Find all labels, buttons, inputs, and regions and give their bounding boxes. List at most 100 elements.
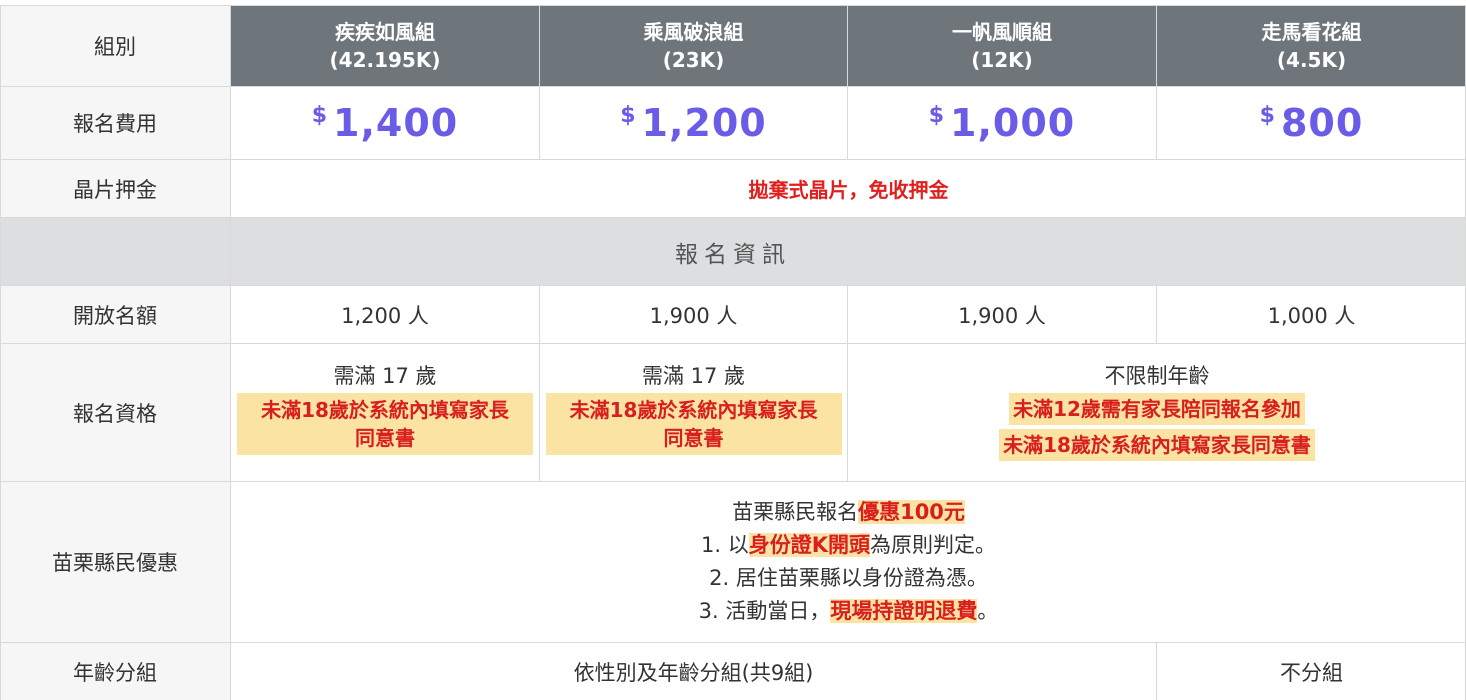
resident-info-cell: 苗栗縣民報名優惠100元 1. 以身份證K開頭為原則判定。 2. 居住苗栗縣以身… — [231, 482, 1466, 642]
currency-symbol: $ — [1259, 103, 1275, 128]
chip-note: 拋棄式晶片，免收押金 — [748, 178, 949, 202]
note-line: 同意書 — [355, 426, 415, 450]
divider — [539, 285, 540, 481]
group-name: 乘風破浪組 — [643, 20, 744, 44]
group-name: 一帆風順組 — [952, 20, 1052, 44]
price-amount: 800 — [1280, 101, 1364, 145]
quota-cell-1: 1,200 人 — [231, 286, 539, 343]
note-line: 同意書 — [663, 426, 724, 450]
section-title: 報名資訊 — [675, 241, 791, 268]
resident-line-2: 1. 以身份證K開頭為原則判定。 — [701, 529, 996, 562]
fee-cell-1: $ 1,400 — [231, 87, 539, 159]
parent-consent-note: 未滿18歲於系統內填寫家長同意書 — [999, 429, 1315, 461]
divider — [847, 5, 848, 159]
text: 苗栗縣民報名 — [732, 500, 859, 524]
price: $ 1,200 — [620, 101, 767, 145]
age-group-label-cell: 年齡分組 — [0, 643, 230, 700]
divider — [0, 5, 1, 700]
age-requirement: 需滿 17 歲 — [333, 364, 437, 388]
fee-cell-3: $ 1,000 — [848, 87, 1156, 159]
chip-label-cell: 晶片押金 — [0, 160, 230, 217]
divider — [0, 285, 1466, 286]
section-header: 報名資訊 — [0, 218, 1466, 285]
quota-value: 1,000 人 — [1267, 303, 1356, 328]
age-ungrouped-cell: 不分組 — [1157, 643, 1466, 700]
resident-line-3: 2. 居住苗栗縣以身份證為憑。 — [709, 562, 988, 595]
quota-value: 1,200 人 — [341, 303, 429, 328]
divider — [0, 86, 1466, 87]
age-requirement: 不限制年齡 — [1104, 364, 1210, 388]
fee-cell-4: $ 800 — [1157, 87, 1466, 159]
group-distance: (12K) — [971, 48, 1033, 72]
quota-value: 1,900 人 — [649, 303, 738, 328]
divider — [539, 5, 540, 159]
price-amount: 1,200 — [641, 101, 767, 145]
age-grouped-cell: 依性別及年齡分組(共9組) — [231, 643, 1156, 700]
currency-symbol: $ — [620, 103, 636, 128]
quota-cell-2: 1,900 人 — [540, 286, 847, 343]
group-label: 組別 — [94, 35, 136, 59]
price-amount: 1,400 — [333, 101, 459, 145]
group-name: 疾疾如風組 — [335, 20, 435, 44]
group-header-3: 一帆風順組 (12K) — [848, 6, 1156, 86]
divider — [0, 642, 1466, 643]
eligibility-cell-1: 需滿 17 歲 未滿18歲於系統內填寫家長 同意書 — [231, 344, 539, 481]
guardian-note: 未滿12歲需有家長陪同報名參加 — [1009, 393, 1305, 425]
group-distance: (42.195K) — [329, 48, 441, 72]
age-ungrouped-text: 不分組 — [1280, 660, 1343, 685]
note-line: 未滿18歲於系統內填寫家長 — [261, 398, 509, 422]
text: 。 — [977, 599, 999, 623]
quota-cell-3: 1,900 人 — [848, 286, 1156, 343]
price: $ 800 — [1260, 101, 1364, 145]
resident-line-4: 3. 活動當日，現場持證明退費。 — [698, 595, 999, 628]
group-distance: (4.5K) — [1276, 48, 1347, 72]
parent-consent-note: 未滿18歲於系統內填寫家長 同意書 — [237, 393, 533, 455]
divider — [0, 5, 1466, 6]
quota-label-cell: 開放名額 — [0, 286, 230, 343]
refund-highlight: 現場持證明退費 — [830, 599, 978, 623]
fee-cell-2: $ 1,200 — [540, 87, 847, 159]
quota-value: 1,900 人 — [958, 303, 1046, 328]
group-header-2: 乘風破浪組 (23K) — [540, 6, 847, 86]
price-amount: 1,000 — [950, 101, 1076, 145]
discount-highlight: 優惠100元 — [858, 500, 965, 524]
age-requirement: 需滿 17 歲 — [641, 364, 746, 388]
registration-table: 組別 疾疾如風組 (42.195K) 乘風破浪組 (23K) 一帆風順組 (12… — [0, 0, 1466, 700]
divider — [1156, 642, 1157, 700]
divider — [0, 159, 1466, 160]
resident-label: 苗栗縣民優惠 — [52, 551, 178, 575]
text: 1. 以 — [701, 533, 749, 557]
group-header-4: 走馬看花組 (4.5K) — [1157, 6, 1466, 86]
divider — [230, 5, 231, 700]
divider — [0, 217, 1466, 218]
group-name: 走馬看花組 — [1261, 20, 1362, 44]
divider — [1156, 5, 1157, 159]
eligibility-label-cell: 報名資格 — [0, 344, 230, 481]
chip-note-cell: 拋棄式晶片，免收押金 — [231, 160, 1466, 217]
fee-label-cell: 報名費用 — [0, 87, 230, 159]
age-group-label: 年齡分組 — [73, 660, 157, 685]
resident-label-cell: 苗栗縣民優惠 — [0, 482, 230, 642]
resident-line-1: 苗栗縣民報名優惠100元 — [732, 496, 965, 529]
price: $ 1,400 — [312, 101, 459, 145]
divider — [0, 343, 1466, 344]
currency-symbol: $ — [928, 103, 945, 128]
group-distance: (23K) — [662, 48, 725, 72]
price: $ 1,000 — [929, 101, 1076, 145]
text: 2. 居住苗栗縣以身份證為憑。 — [709, 566, 988, 590]
quota-label: 開放名額 — [73, 303, 157, 328]
group-header-1: 疾疾如風組 (42.195K) — [231, 6, 539, 86]
group-label-cell: 組別 — [0, 6, 230, 86]
currency-symbol: $ — [311, 103, 328, 128]
text: 3. 活動當日， — [698, 599, 831, 623]
eligibility-label: 報名資格 — [73, 401, 157, 426]
quota-cell-4: 1,000 人 — [1157, 286, 1466, 343]
id-highlight: 身份證K開頭 — [748, 533, 870, 557]
age-grouped-text: 依性別及年齡分組(共9組) — [573, 660, 814, 685]
parent-consent-note: 未滿18歲於系統內填寫家長 同意書 — [545, 393, 842, 455]
fee-label: 報名費用 — [73, 112, 157, 136]
eligibility-cell-34: 不限制年齡 未滿12歲需有家長陪同報名參加 未滿18歲於系統內填寫家長同意書 — [848, 344, 1466, 481]
note-line: 未滿18歲於系統內填寫家長 — [569, 398, 818, 422]
eligibility-cell-2: 需滿 17 歲 未滿18歲於系統內填寫家長 同意書 — [540, 344, 847, 481]
divider — [1156, 285, 1157, 343]
